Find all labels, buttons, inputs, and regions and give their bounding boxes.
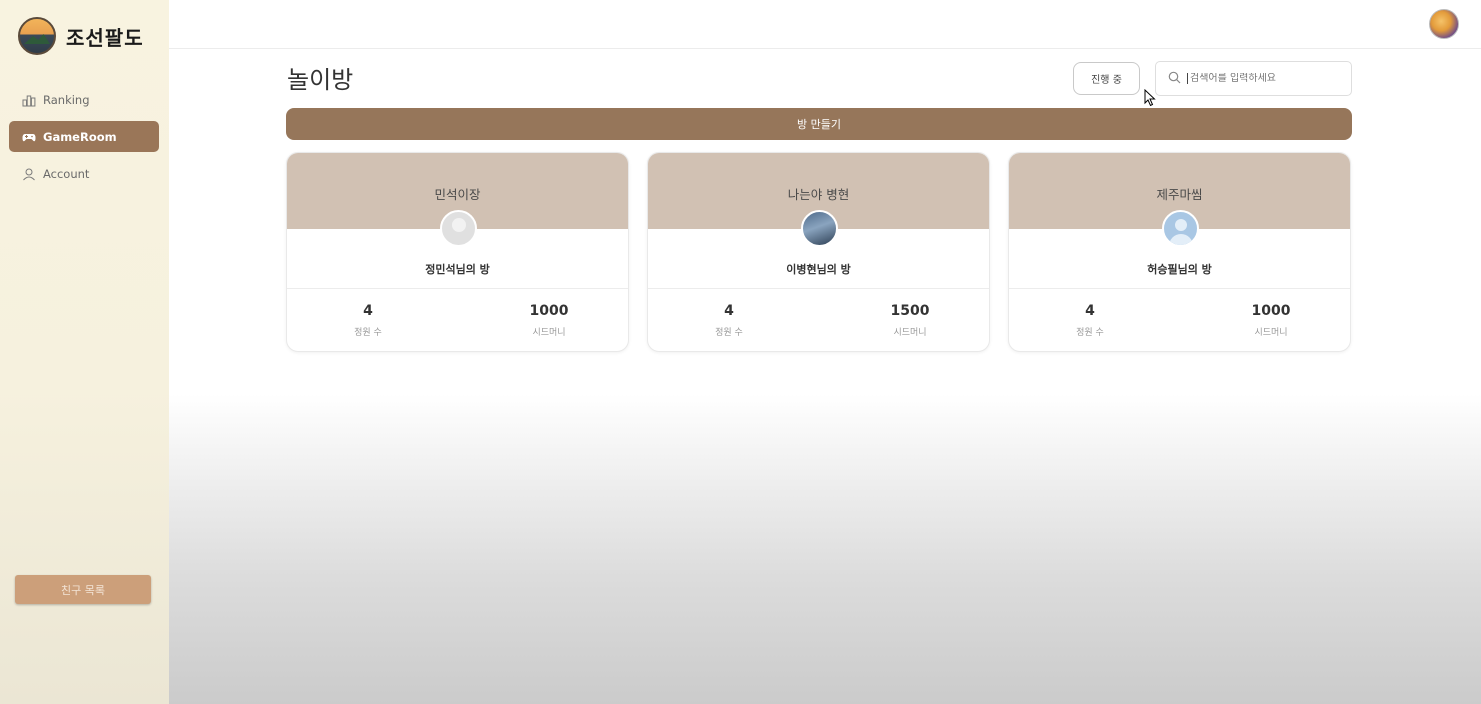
search-box[interactable] <box>1155 61 1352 96</box>
capacity-value: 4 <box>363 303 373 319</box>
logo-icon <box>18 17 56 55</box>
search-icon <box>1168 69 1181 88</box>
ranking-icon <box>22 93 36 107</box>
seed-money-stat: 1500 시드머니 <box>850 303 970 338</box>
status-filter-button[interactable]: 진행 중 <box>1073 62 1140 95</box>
create-room-button[interactable]: 방 만들기 <box>286 108 1352 140</box>
friends-list-button[interactable]: 친구 목록 <box>15 575 151 604</box>
main-content: 놀이방 진행 중 방 만들기 민석이장 정민석님의 방 4 정원 수 1000 … <box>169 0 1481 704</box>
sidebar-item-gameroom[interactable]: GameRoom <box>9 121 159 152</box>
user-icon <box>22 167 36 181</box>
brand[interactable]: 조선팔도 <box>18 17 144 55</box>
avatar <box>440 210 477 247</box>
divider <box>1009 288 1350 289</box>
divider <box>287 288 628 289</box>
seed-money-stat: 1000 시드머니 <box>489 303 609 338</box>
room-card[interactable]: 나는야 병현 이병현님의 방 4 정원 수 1500 시드머니 <box>647 152 990 352</box>
capacity-stat: 4 정원 수 <box>1030 303 1150 338</box>
top-bar <box>169 0 1481 49</box>
sidebar-item-label: Ranking <box>43 92 90 107</box>
capacity-label: 정원 수 <box>354 328 382 338</box>
room-owner-name: 정민석님의 방 <box>425 263 490 276</box>
search-input[interactable] <box>1187 73 1347 84</box>
capacity-value: 4 <box>1085 303 1095 319</box>
sidebar: 조선팔도 Ranking GameRoom Account 친구 목록 <box>0 0 169 704</box>
page-title: 놀이방 <box>287 66 354 94</box>
capacity-value: 4 <box>724 303 734 319</box>
room-owner-name: 이병현님의 방 <box>786 263 851 276</box>
seed-money-value: 1000 <box>1251 303 1291 319</box>
avatar <box>1162 210 1199 247</box>
sidebar-item-account[interactable]: Account <box>9 158 159 189</box>
sidebar-nav: Ranking GameRoom Account <box>9 84 159 195</box>
sidebar-item-label: Account <box>43 166 90 181</box>
sidebar-item-label: GameRoom <box>43 129 117 144</box>
capacity-stat: 4 정원 수 <box>308 303 428 338</box>
gamepad-icon <box>22 130 36 144</box>
seed-money-label: 시드머니 <box>1254 328 1288 338</box>
seed-money-label: 시드머니 <box>532 328 566 338</box>
capacity-label: 정원 수 <box>715 328 743 338</box>
room-card[interactable]: 제주마씸 허승필님의 방 4 정원 수 1000 시드머니 <box>1008 152 1351 352</box>
capacity-label: 정원 수 <box>1076 328 1104 338</box>
room-card[interactable]: 민석이장 정민석님의 방 4 정원 수 1000 시드머니 <box>286 152 629 352</box>
divider <box>648 288 989 289</box>
seed-money-value: 1000 <box>529 303 569 319</box>
brand-name: 조선팔도 <box>66 25 144 50</box>
room-owner-name: 허승필님의 방 <box>1147 263 1212 276</box>
avatar <box>801 210 838 247</box>
sidebar-item-ranking[interactable]: Ranking <box>9 84 159 115</box>
seed-money-value: 1500 <box>890 303 930 319</box>
capacity-stat: 4 정원 수 <box>669 303 789 338</box>
seed-money-label: 시드머니 <box>893 328 927 338</box>
avatar[interactable] <box>1429 9 1459 39</box>
seed-money-stat: 1000 시드머니 <box>1211 303 1331 338</box>
room-list: 민석이장 정민석님의 방 4 정원 수 1000 시드머니 나는야 병현 이병현… <box>286 152 1352 352</box>
